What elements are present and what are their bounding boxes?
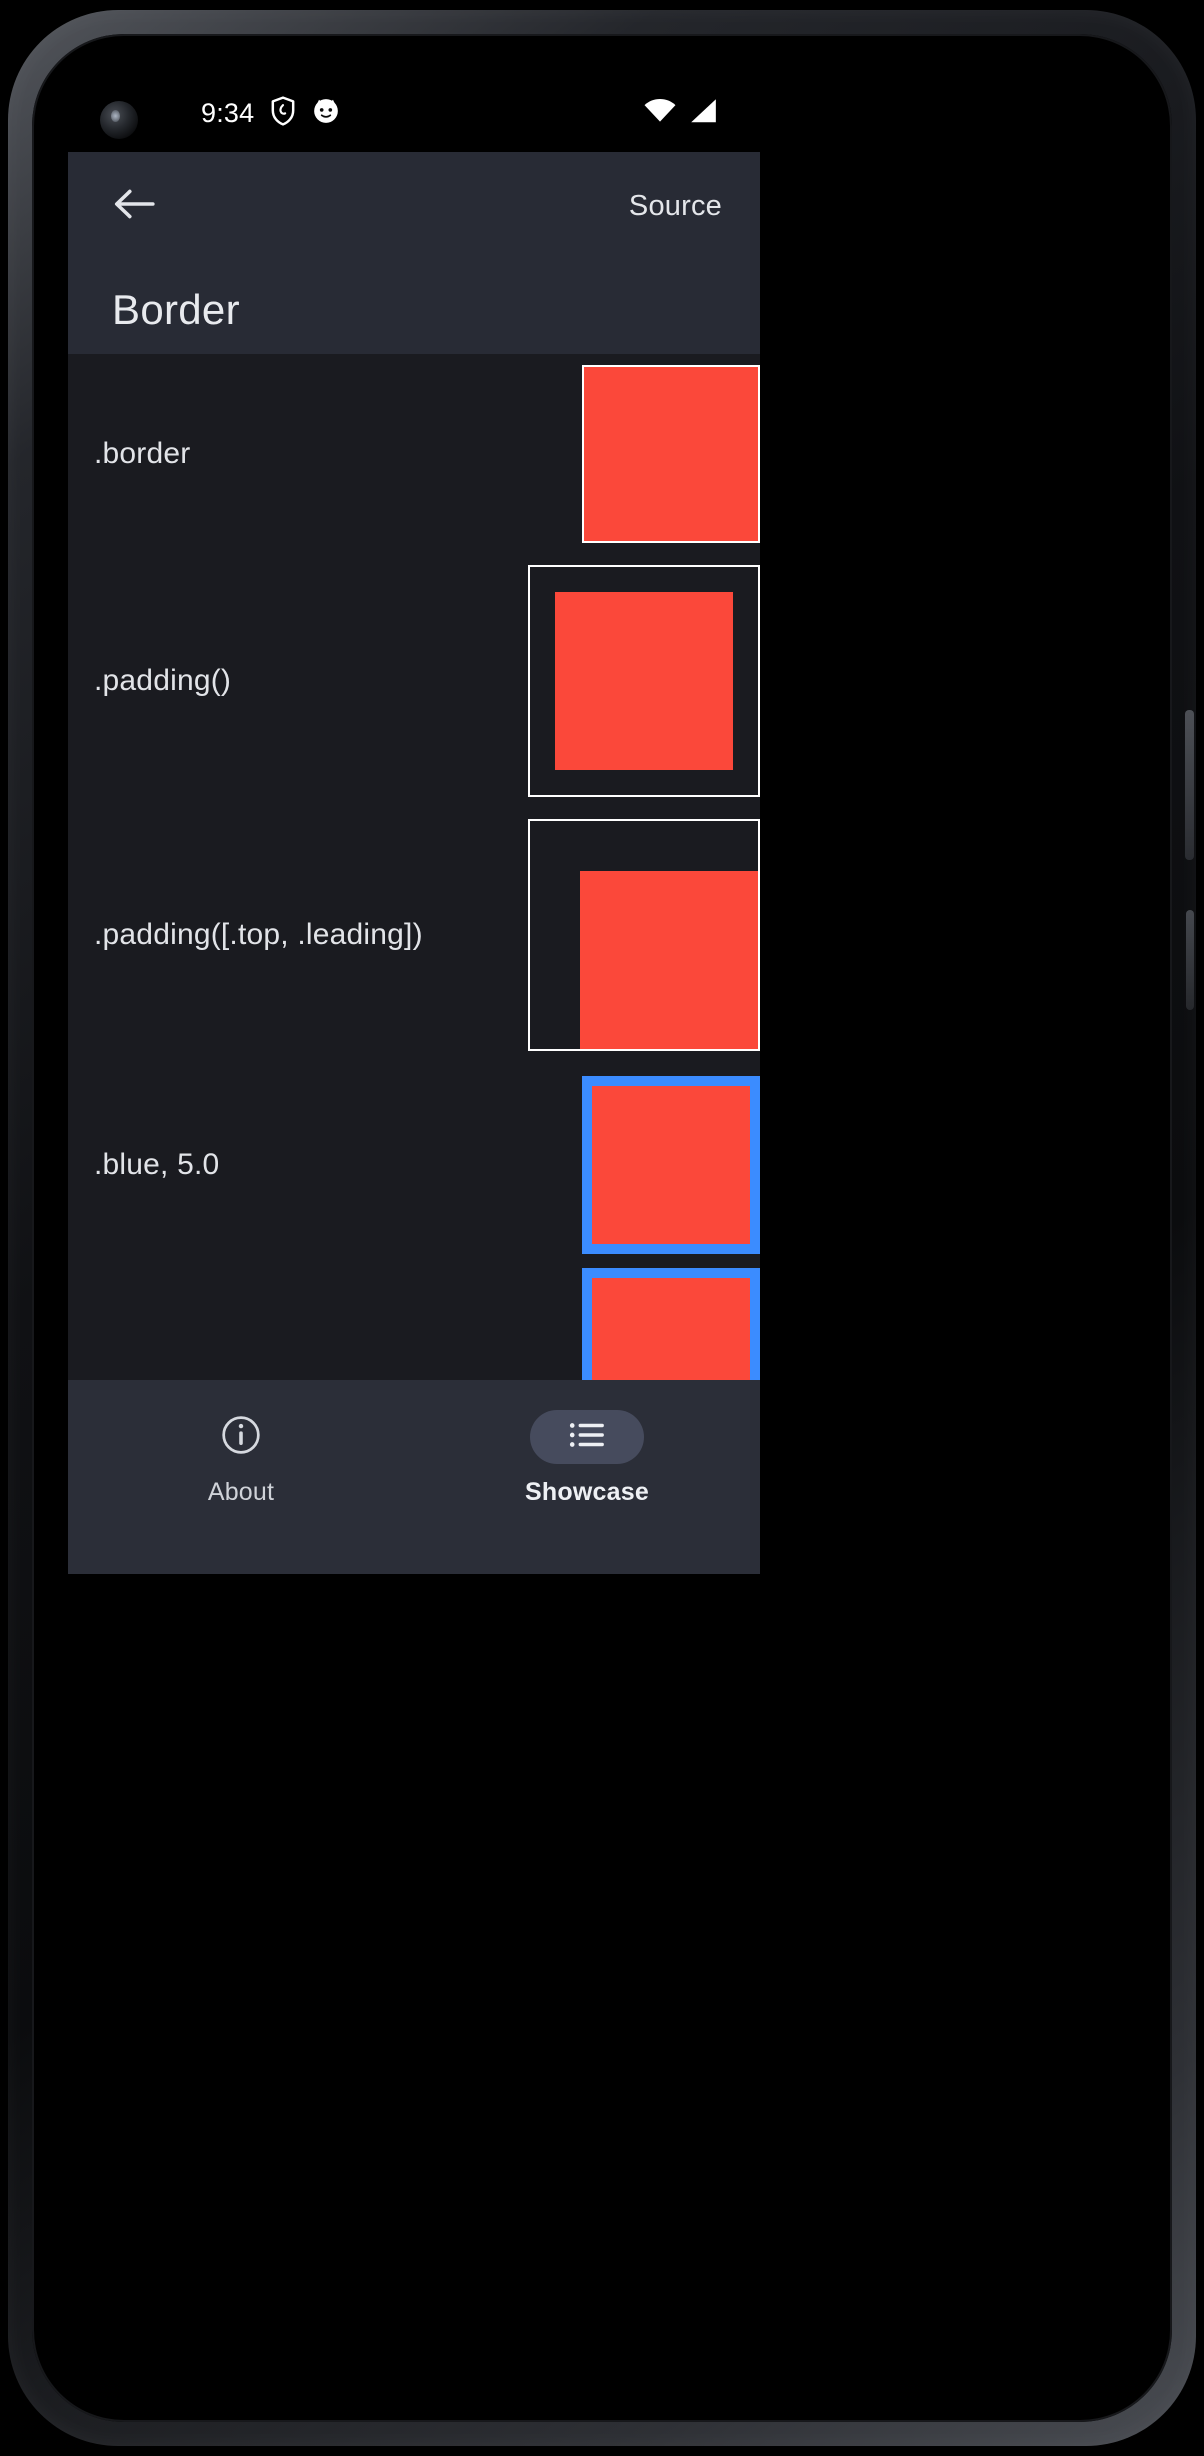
nav-pill-showcase xyxy=(530,1410,644,1464)
red-square xyxy=(555,592,733,770)
showcase-row-label: .border xyxy=(94,437,191,470)
status-bar-right xyxy=(644,74,718,152)
showcase-row-demo xyxy=(508,565,760,797)
list-item[interactable]: .blue, 5.0 xyxy=(68,1062,760,1268)
front-camera-punch-hole xyxy=(100,101,138,139)
red-square xyxy=(580,871,758,1049)
nav-pill-about xyxy=(184,1410,298,1464)
wifi-icon xyxy=(644,98,676,129)
status-bar: 9:34 xyxy=(68,74,760,152)
list-item[interactable]: .padding([.top, .leading]) xyxy=(68,808,760,1062)
volume-button[interactable] xyxy=(1186,910,1194,1010)
list-item[interactable] xyxy=(68,1268,760,1380)
nav-label-showcase: Showcase xyxy=(525,1478,649,1506)
power-button[interactable] xyxy=(1185,710,1194,860)
screenshot-stage: 9:34 Source Border .border .padding() .p… xyxy=(0,0,1204,2456)
showcase-row-demo xyxy=(562,365,760,543)
cat-face-icon xyxy=(312,97,340,130)
list-icon xyxy=(568,1420,606,1455)
app-bar-top-row: Source xyxy=(68,152,760,260)
status-bar-left: 9:34 xyxy=(201,74,340,152)
cell-signal-icon xyxy=(688,98,718,129)
showcase-row-demo xyxy=(562,1076,760,1254)
phone-screen: 9:34 Source Border .border .padding() .p… xyxy=(68,74,760,1574)
showcase-list[interactable]: .border .padding() .padding([.top, .lead… xyxy=(68,354,760,1380)
showcase-row-label: .blue, 5.0 xyxy=(94,1148,220,1181)
showcase-row-demo xyxy=(508,819,760,1051)
bordered-red-square xyxy=(582,365,760,543)
page-title: Border xyxy=(112,286,240,333)
status-bar-clock: 9:34 xyxy=(201,97,255,128)
shield-icon xyxy=(270,95,296,131)
source-button[interactable]: Source xyxy=(619,182,732,231)
showcase-row-demo xyxy=(562,1268,760,1380)
back-arrow-icon[interactable] xyxy=(112,184,156,229)
info-circle-icon xyxy=(220,1414,262,1461)
list-item[interactable]: .border xyxy=(68,354,760,554)
nav-item-about[interactable]: About xyxy=(68,1380,414,1507)
bottom-navigation-bar: About Showcase xyxy=(68,1380,760,1574)
list-item[interactable]: .padding() xyxy=(68,554,760,808)
phone-frame: 9:34 Source Border .border .padding() .p… xyxy=(8,10,1196,2446)
showcase-row-label: .padding([.top, .leading]) xyxy=(94,918,423,951)
top-leading-padded-border-box xyxy=(528,819,760,1051)
nav-item-showcase[interactable]: Showcase xyxy=(414,1380,760,1507)
padded-border-box xyxy=(528,565,760,797)
app-bar: Source Border xyxy=(68,152,760,354)
blue-bordered-red-square xyxy=(582,1076,760,1254)
phone-bezel: 9:34 Source Border .border .padding() .p… xyxy=(32,34,1172,2422)
blue-bordered-red-square-partial xyxy=(582,1268,760,1380)
nav-label-about: About xyxy=(207,1478,275,1506)
showcase-row-label: .padding() xyxy=(94,664,232,697)
